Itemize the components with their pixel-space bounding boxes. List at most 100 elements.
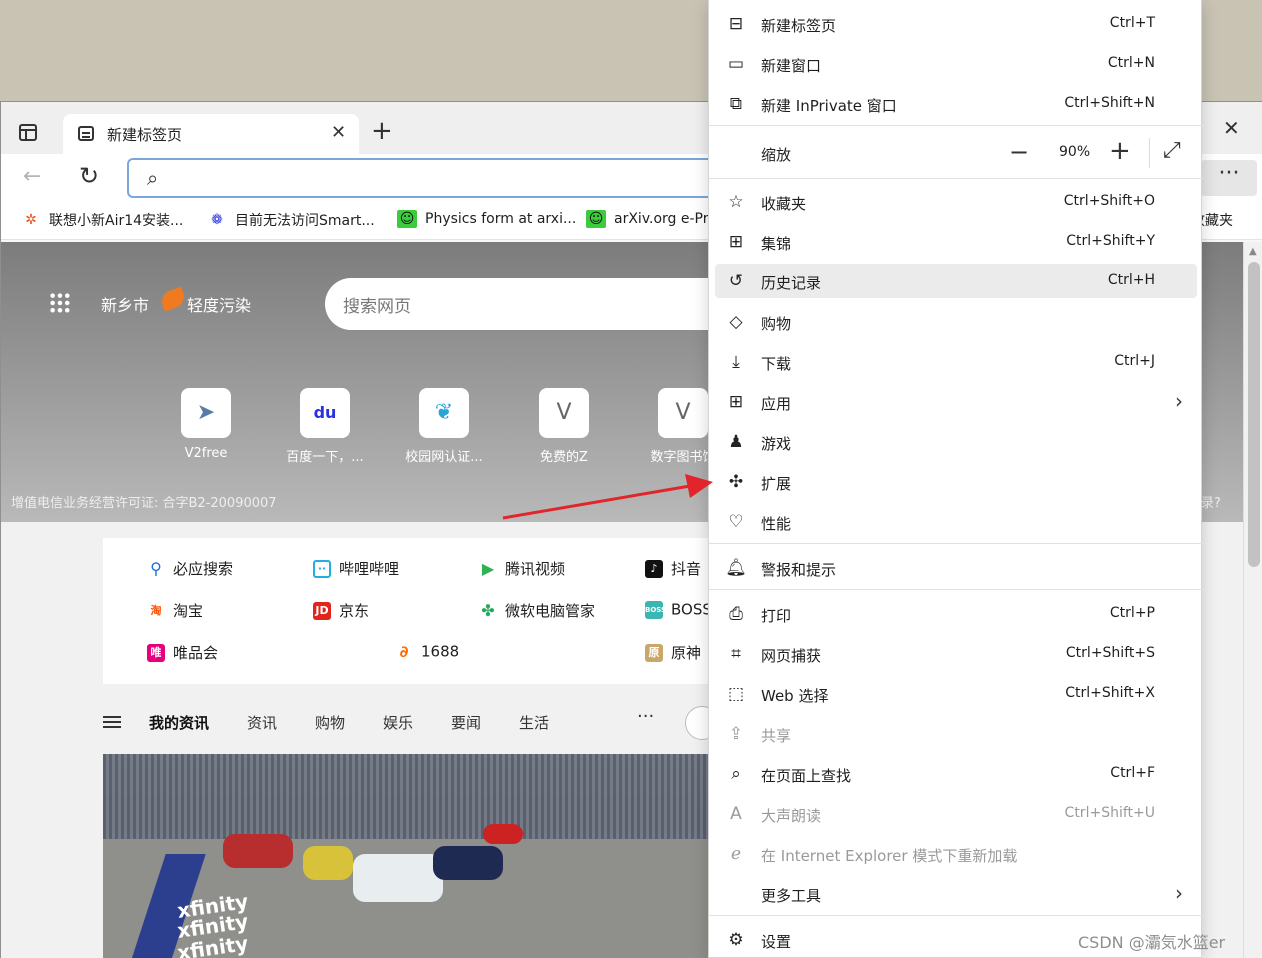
menu-item-favorites[interactable]: ☆ 收藏夹 Ctrl+Shift+O: [709, 181, 1203, 221]
menu-item-print[interactable]: ⎙ 打印 Ctrl+P: [709, 593, 1203, 633]
feed-tab-entertainment[interactable]: 娱乐: [383, 712, 413, 733]
hamburger-menu-icon[interactable]: [103, 716, 121, 728]
race-car: [223, 834, 293, 868]
scroll-thumb[interactable]: [1248, 262, 1260, 567]
quick-link[interactable]: V 免费的Z: [516, 388, 612, 465]
address-bar[interactable]: ⌕: [127, 158, 767, 198]
new-tab-plus-icon[interactable]: +: [371, 118, 393, 144]
shortcut-link[interactable]: 淘淘宝: [147, 600, 204, 621]
favorite-label: Physics form at arxi...: [425, 211, 577, 227]
zoom-out-icon[interactable]: −: [1009, 138, 1029, 166]
feed-tab-life[interactable]: 生活: [519, 712, 549, 733]
zoom-in-icon[interactable]: +: [1109, 136, 1131, 166]
scroll-up-arrow-icon[interactable]: ▲: [1249, 246, 1257, 257]
page-scrollbar[interactable]: ▲: [1243, 242, 1262, 958]
shortcut-link[interactable]: 唯唯品会: [147, 642, 218, 663]
shortcut-link[interactable]: ∂ 1688: [395, 642, 460, 661]
menu-item-more-tools[interactable]: 更多工具 ›: [709, 873, 1203, 913]
shortcut-panel: ⚲ 必应搜索 ·· 哔哩哔哩 ▶ 腾讯视频 ♪ 抖音 淘淘宝 JD 京东 ✤ 微软电脑管家 …: [103, 538, 743, 684]
menu-item-find-on-page[interactable]: ⌕ 在页面上查找 Ctrl+F: [709, 753, 1203, 793]
menu-item-new-inprivate-window[interactable]: ⧉ 新建 InPrivate 窗口 Ctrl+Shift+N: [709, 83, 1203, 123]
shortcut-label: 京东: [339, 602, 370, 620]
favorites-icon: ☆: [728, 192, 744, 212]
tab-actions-icon[interactable]: [19, 124, 37, 141]
feed-tab-shopping[interactable]: 购物: [315, 712, 345, 733]
quick-link[interactable]: ❦ 校园网认证...: [396, 388, 492, 465]
menu-item-label: 设置: [761, 933, 792, 951]
quick-link[interactable]: ➤ V2free: [158, 388, 254, 461]
window-close-icon[interactable]: ✕: [1223, 116, 1240, 140]
refresh-icon[interactable]: ↻: [79, 162, 99, 190]
back-arrow-icon[interactable]: ←: [23, 164, 41, 189]
apps-icon: ⊞: [728, 392, 744, 412]
vip-icon: 唯: [147, 643, 165, 662]
menu-item-alerts[interactable]: 🔔︎ 警报和提示: [709, 547, 1203, 587]
feed-tab-news[interactable]: 资讯: [247, 712, 277, 733]
menu-item-new-tab[interactable]: ⊟ 新建标签页 Ctrl+T: [709, 3, 1203, 43]
watermark: CSDN @灞気水篮er: [1078, 933, 1226, 952]
shortcut-link[interactable]: ✤ 微软电脑管家: [479, 600, 595, 621]
bell-icon: 🔔︎: [725, 558, 747, 578]
favorite-item[interactable]: ☺ arXiv.org e-Pri: [586, 210, 712, 228]
ubuntu-icon: ✲: [25, 212, 37, 228]
menu-item-apps[interactable]: ⊞ 应用 ›: [709, 381, 1203, 421]
web-search-box[interactable]: 搜索网页: [325, 278, 745, 330]
app-launcher-icon[interactable]: [49, 292, 71, 314]
menu-item-performance[interactable]: ♡ 性能: [709, 501, 1203, 541]
menu-item-shortcut: Ctrl+T: [1109, 15, 1155, 31]
shortcut-link[interactable]: ▶ 腾讯视频: [479, 558, 565, 579]
menu-item-shortcut: Ctrl+P: [1109, 605, 1155, 621]
feed-tab-headlines[interactable]: 要闻: [451, 712, 481, 733]
menu-item-web-capture[interactable]: ⌗ 网页捕获 Ctrl+Shift+S: [709, 633, 1203, 673]
menu-item-new-window[interactable]: ▭ 新建窗口 Ctrl+N: [709, 43, 1203, 83]
menu-item-shortcut: Ctrl+J: [1114, 353, 1155, 369]
menu-item-games[interactable]: ♟ 游戏: [709, 421, 1203, 461]
news-card-image[interactable]: xfinity xfinity xfinity: [103, 754, 723, 958]
menu-item-history[interactable]: ↺ 历史记录 Ctrl+H: [715, 264, 1197, 298]
menu-item-label: 游戏: [761, 435, 792, 453]
menu-item-shortcut: Ctrl+Shift+U: [1064, 805, 1155, 821]
settings-icon: ⚙: [728, 930, 744, 950]
hero-right-text[interactable]: 录?: [1201, 492, 1221, 511]
feed-more-icon[interactable]: ···: [637, 706, 654, 727]
feed-tab-my-news[interactable]: 我的资讯: [149, 712, 209, 733]
favorite-item[interactable]: ☺ Physics form at arxi...: [397, 210, 576, 228]
shortcut-link[interactable]: ⚲ 必应搜索: [147, 558, 233, 579]
shortcut-label: 腾讯视频: [505, 560, 566, 578]
shortcut-link[interactable]: ♪ 抖音: [645, 558, 701, 579]
weather-status[interactable]: 轻度污染: [187, 292, 251, 316]
share-icon: ⇪: [728, 724, 744, 744]
fullscreen-icon[interactable]: ⤢: [1163, 138, 1181, 163]
quick-link[interactable]: du 百度一下，...: [277, 388, 373, 465]
menu-item-label: Web 选择: [761, 687, 829, 705]
shortcut-label: BOSS: [671, 600, 712, 619]
menu-item-collections[interactable]: ⊞ 集锦 Ctrl+Shift+Y: [709, 221, 1203, 261]
menu-item-web-select[interactable]: ⬚ Web 选择 Ctrl+Shift+X: [709, 673, 1203, 713]
settings-and-more-button[interactable]: ···: [1201, 160, 1257, 196]
favorite-item[interactable]: ✲ 联想小新Air14安装...: [21, 210, 183, 230]
shortcut-link[interactable]: BOSS BOSS: [645, 600, 712, 619]
menu-item-label: 新建标签页: [761, 17, 837, 35]
baidu-paw-icon: ❁: [211, 212, 223, 228]
favorite-item[interactable]: ❁ 目前无法访问Smart...: [207, 210, 375, 230]
menu-item-shopping[interactable]: ◇ 购物: [709, 301, 1203, 341]
menu-item-shortcut: Ctrl+Shift+N: [1064, 95, 1155, 111]
active-tab[interactable]: 新建标签页 ✕: [63, 114, 359, 154]
shortcut-link[interactable]: JD 京东: [313, 600, 369, 621]
feed-navigation: 我的资讯 资讯 购物 娱乐 要闻 生活 ···: [103, 702, 743, 746]
license-text[interactable]: 增值电信业务经营许可证: 合字B2-20090007: [11, 492, 277, 511]
leaf-icon: ❦: [434, 400, 454, 425]
tab-close-icon[interactable]: ✕: [331, 122, 346, 143]
menu-item-label: 扩展: [761, 475, 792, 493]
menu-item-downloads[interactable]: ⤓ 下载 Ctrl+J: [709, 341, 1203, 381]
menu-separator: [709, 178, 1203, 179]
history-icon: ↺: [728, 271, 744, 291]
quick-link-tile: du: [300, 388, 350, 438]
shortcut-link[interactable]: 原原神: [645, 642, 701, 663]
race-car: [433, 846, 503, 880]
menu-item-ie-mode-reload: ℯ 在 Internet Explorer 模式下重新加载: [709, 833, 1203, 873]
menu-item-extensions[interactable]: ✣ 扩展: [709, 461, 1203, 501]
weather-city[interactable]: 新乡市: [101, 292, 149, 316]
shortcut-link[interactable]: ·· 哔哩哔哩: [313, 558, 399, 579]
tencent-video-icon: ▶: [481, 558, 495, 578]
